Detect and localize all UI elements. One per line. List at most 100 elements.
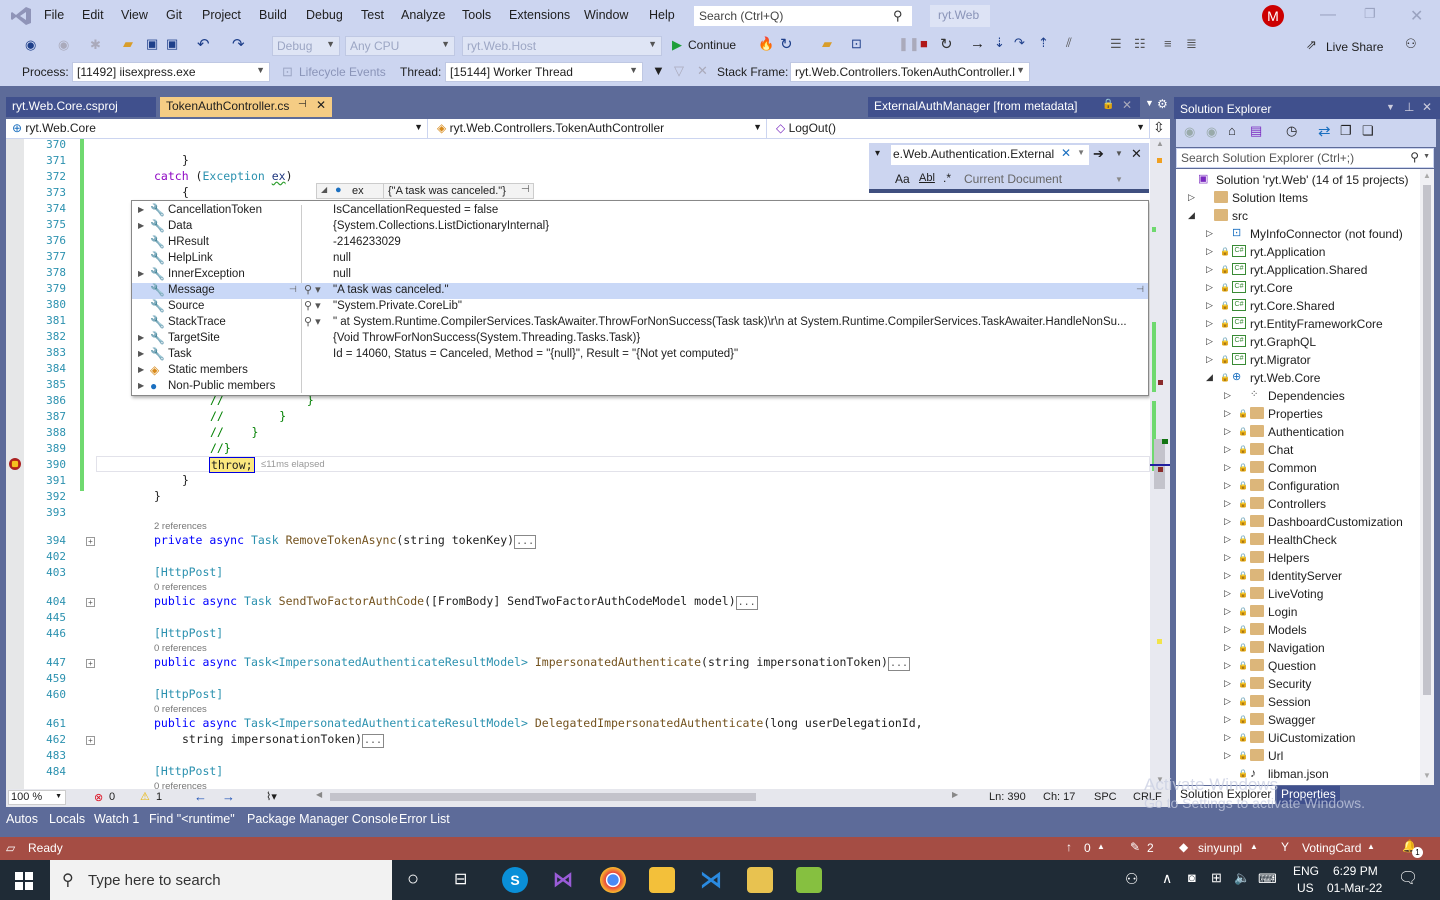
datatip-row[interactable]: ▶ 🔧 Data {System.Collections.ListDictionary… xyxy=(132,219,1148,235)
output-window-icon[interactable]: ▱ xyxy=(6,841,15,855)
current-statement-arrow-icon[interactable] xyxy=(9,458,21,470)
keyboard-layout-indicator[interactable]: US xyxy=(1297,881,1314,895)
tree-item[interactable]: ▷ 🔒 Swagger xyxy=(1176,711,1420,729)
chevron-down-icon[interactable]: ▼ xyxy=(1077,148,1085,157)
chevron-down-icon[interactable]: ▼ xyxy=(1423,153,1430,160)
match-word-toggle[interactable]: Abl xyxy=(919,172,935,184)
unpushed-count[interactable]: 0 xyxy=(1084,841,1091,855)
startup-project-dropdown[interactable]: ryt.Web.Host ▼ xyxy=(462,36,662,56)
back-icon[interactable]: ◉ xyxy=(1184,124,1195,140)
step-into-icon[interactable]: ⇣ xyxy=(994,35,1005,51)
gear-icon[interactable]: ⚙ xyxy=(1157,97,1168,111)
tree-item[interactable]: ▷ 🔒 Helpers xyxy=(1176,549,1420,567)
live-share-button[interactable]: Live Share xyxy=(1326,40,1383,54)
code-lens-references[interactable]: 0 references xyxy=(154,781,207,789)
scroll-thumb[interactable] xyxy=(1423,185,1431,695)
tree-item[interactable]: ▷ 🔒 Question xyxy=(1176,657,1420,675)
whitespace-indicator[interactable]: SPC xyxy=(1094,791,1117,803)
show-all-files-icon[interactable]: ❏ xyxy=(1362,123,1374,139)
menu-analyze[interactable]: Analyze xyxy=(401,8,445,22)
tree-item[interactable]: ▷ 🔒 HealthCheck xyxy=(1176,531,1420,549)
restore-button[interactable]: ❐ xyxy=(1364,6,1376,22)
expand-arrow-icon[interactable]: ▷ xyxy=(1206,228,1213,239)
tree-item[interactable]: ▷ 🔒 C# ryt.Application.Shared xyxy=(1176,261,1420,279)
feedback-icon[interactable]: ⚇ xyxy=(1405,36,1417,52)
expand-arrow-icon[interactable]: ▷ xyxy=(1206,246,1213,257)
close-tab-icon[interactable]: ✕ xyxy=(316,98,326,112)
skype-icon[interactable]: S xyxy=(502,867,528,893)
expand-icon[interactable]: ▶ xyxy=(138,269,144,278)
datatip-row[interactable]: 🔧 StackTrace ⚲ ▾ " at System.Runtime.Compil… xyxy=(132,315,1148,331)
step-over-icon[interactable]: ↷ xyxy=(1014,35,1025,51)
lifecycle-events-button[interactable]: Lifecycle Events xyxy=(299,65,386,79)
regex-toggle[interactable]: .* xyxy=(943,171,951,185)
expand-arrow-icon[interactable]: ▷ xyxy=(1224,516,1231,527)
datatip-row[interactable]: ▶ 🔧 TargetSite {Void ThrowForNonSuccess(Sys… xyxy=(132,331,1148,347)
search-icon[interactable]: ⚲ xyxy=(1410,150,1419,164)
filter-off-icon[interactable]: ▽ xyxy=(674,63,684,79)
uncomment-icon[interactable]: ☷ xyxy=(1134,36,1146,52)
project-dropdown[interactable]: ⊕ ryt.Web.Core ▼ xyxy=(6,119,428,138)
expand-outline-icon[interactable]: + xyxy=(86,598,95,607)
tree-item[interactable]: ▷ 🔒 Login xyxy=(1176,603,1420,621)
expand-arrow-icon[interactable]: ▷ xyxy=(1224,570,1231,581)
navigate-forward-icon[interactable]: ◉ xyxy=(58,37,69,53)
repository-icon[interactable]: ◆ xyxy=(1179,840,1188,854)
tree-item[interactable]: ▷ 🔒 Session xyxy=(1176,693,1420,711)
menu-edit[interactable]: Edit xyxy=(82,8,104,22)
tree-item[interactable]: ▷ 🔒 C# ryt.EntityFrameworkCore xyxy=(1176,315,1420,333)
meet-now-icon[interactable]: ◙ xyxy=(1188,870,1196,885)
forward-icon[interactable]: ◉ xyxy=(1206,124,1217,140)
datatip-row[interactable]: 🔧 Source ⚲ ▾ "System.Private.CoreLib" xyxy=(132,299,1148,315)
expand-arrow-icon[interactable]: ▷ xyxy=(1188,192,1195,203)
tree-item[interactable]: ▷ 🔒 C# ryt.Core.Shared xyxy=(1176,297,1420,315)
expand-arrow-icon[interactable]: ▷ xyxy=(1206,264,1213,275)
tab-external-auth-manager[interactable]: ExternalAuthManager [from metadata] 🔒 ✕ xyxy=(868,97,1140,117)
tree-item[interactable]: ▷ Solution Items xyxy=(1176,189,1420,207)
tree-item[interactable]: ◢ src xyxy=(1176,207,1420,225)
expand-arrow-icon[interactable]: ▷ xyxy=(1224,696,1231,707)
scroll-down-icon[interactable]: ▼ xyxy=(1423,771,1431,780)
datatip-row[interactable]: ▶ 🔧 Task Id = 14060, Status = Canceled, Met… xyxy=(132,347,1148,363)
tree-item[interactable]: ▷ 🔒 Url xyxy=(1176,747,1420,765)
tab-error-list[interactable]: Error List xyxy=(399,812,450,826)
process-dropdown[interactable]: [11492] iisexpress.exe ▼ xyxy=(72,62,270,82)
branch-name[interactable]: VotingCard xyxy=(1302,841,1361,855)
toggle-replace-icon[interactable]: ▾ xyxy=(875,148,880,159)
expand-arrow-icon[interactable]: ▷ xyxy=(1224,534,1231,545)
search-input[interactable]: Search (Ctrl+Q) xyxy=(693,5,913,27)
avatar[interactable]: M xyxy=(1262,5,1284,27)
filter-icon[interactable]: ▼ xyxy=(652,63,665,78)
menu-extensions[interactable]: Extensions xyxy=(509,8,570,22)
property-value[interactable]: null xyxy=(333,268,351,280)
previous-issue-icon[interactable]: ← xyxy=(194,789,207,804)
datatip-row[interactable]: ▶ 🔧 CancellationToken IsCancellationRequest… xyxy=(132,203,1148,219)
split-editor-icon[interactable]: ⇳ xyxy=(1153,119,1165,136)
solution-explorer-search-input[interactable]: Search Solution Explorer (Ctrl+;) ⚲ ▼ xyxy=(1176,148,1434,168)
expand-arrow-icon[interactable]: ▷ xyxy=(1224,498,1231,509)
expand-arrow-icon[interactable]: ▷ xyxy=(1206,336,1213,347)
pending-changes-filter-icon[interactable]: ◷ xyxy=(1286,123,1297,139)
type-dropdown[interactable]: ◈ ryt.Web.Controllers.TokenAuthControlle… xyxy=(431,119,767,138)
scroll-up-icon[interactable]: ▲ xyxy=(1423,171,1431,180)
expand-arrow-icon[interactable]: ▷ xyxy=(1224,642,1231,653)
file-explorer-icon[interactable] xyxy=(649,867,675,893)
collapse-all-icon[interactable]: ❐ xyxy=(1340,123,1352,139)
continue-button[interactable]: Continue xyxy=(688,38,736,52)
tree-item[interactable]: ▷ 🔒 DashboardCustomization xyxy=(1176,513,1420,531)
tab-autos[interactable]: Autos xyxy=(6,812,38,826)
scroll-left-icon[interactable]: ◀ xyxy=(316,790,322,799)
keyboard-icon[interactable]: ⌨ xyxy=(1258,871,1277,887)
restart-debug-icon[interactable]: ↻ xyxy=(940,35,953,53)
home-icon[interactable]: ⌂ xyxy=(1228,123,1236,138)
tree-item[interactable]: ▷ ⊡ MyInfoConnector (not found) xyxy=(1176,225,1420,243)
menu-debug[interactable]: Debug xyxy=(306,8,343,22)
horizontal-scrollbar[interactable]: ◀ ▶ xyxy=(316,790,958,803)
scroll-up-icon[interactable]: ▲ xyxy=(1156,139,1164,148)
clear-search-icon[interactable]: ✕ xyxy=(1061,146,1071,160)
tree-item[interactable]: ▷ ⁘ Dependencies xyxy=(1176,387,1420,405)
browse-icon[interactable]: ▰ xyxy=(822,36,832,52)
menu-help[interactable]: Help xyxy=(649,8,675,22)
tree-item[interactable]: ▷ 🔒 Navigation xyxy=(1176,639,1420,657)
play-icon[interactable]: ▶ xyxy=(672,37,682,53)
